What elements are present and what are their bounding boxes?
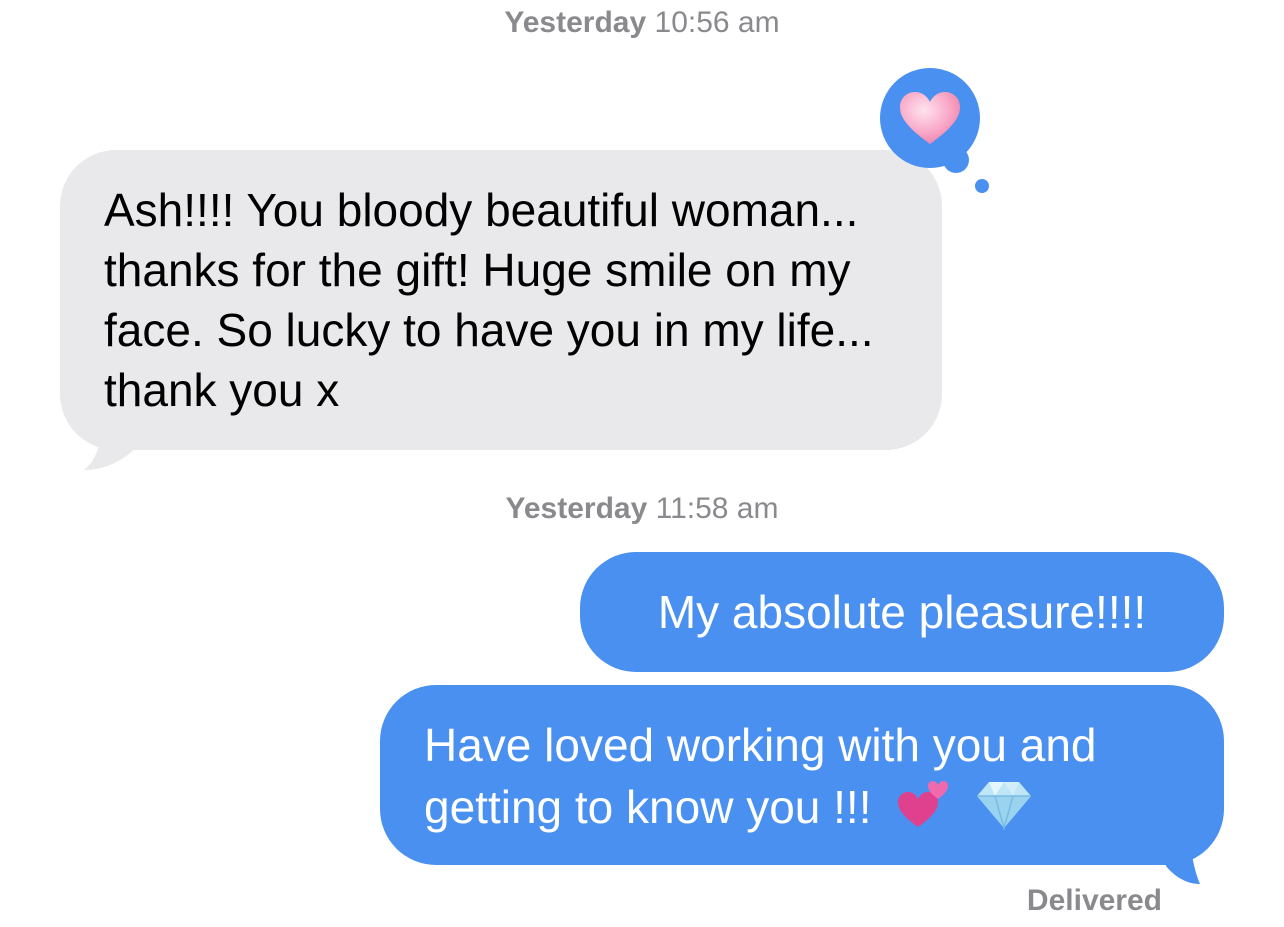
- timestamp-time: 10:56 am: [654, 6, 780, 39]
- timestamp-time: 11:58 am: [655, 492, 779, 525]
- outgoing-message-bubble-2[interactable]: Have loved working with you and getting …: [380, 685, 1224, 865]
- timestamp-yesterday-1056: Yesterday 10:56 am: [0, 6, 1284, 40]
- two-hearts-icon: [894, 775, 952, 847]
- incoming-message-bubble[interactable]: Ash!!!! You bloody beautiful woman... th…: [60, 150, 942, 450]
- incoming-message-text: Ash!!!! You bloody beautiful woman... th…: [104, 184, 874, 416]
- delivered-status: Delivered: [1026, 884, 1162, 917]
- timestamp-yesterday-1158: Yesterday 11:58 am: [0, 492, 1284, 526]
- timestamp-day: Yesterday: [504, 6, 647, 39]
- outgoing-message-bubble-1[interactable]: My absolute pleasure!!!!: [580, 552, 1224, 672]
- timestamp-day: Yesterday: [505, 492, 648, 525]
- outgoing-message-1-text: My absolute pleasure!!!!: [657, 586, 1147, 638]
- heart-reaction-tapback[interactable]: [878, 66, 998, 198]
- gem-icon: [975, 778, 1033, 844]
